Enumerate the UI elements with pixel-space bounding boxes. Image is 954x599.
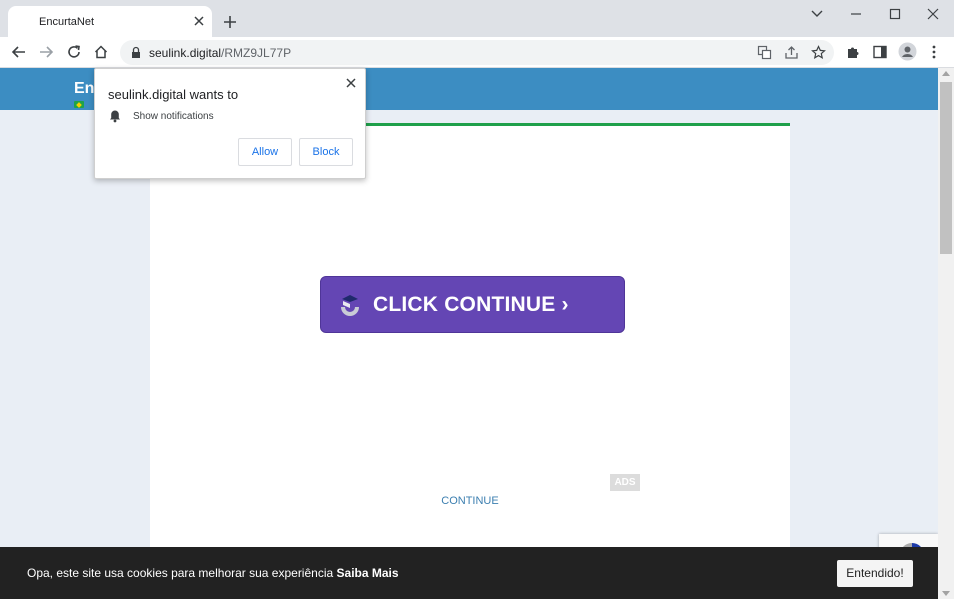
url-path: /RMZ9JL77P	[221, 46, 292, 60]
chevron-down-icon[interactable]	[806, 6, 828, 22]
arrow-logo-icon	[341, 295, 359, 316]
cookie-accept-button[interactable]: Entendido!	[837, 560, 913, 587]
share-icon[interactable]	[784, 45, 799, 60]
url-text[interactable]: seulink.digital/RMZ9JL77P	[149, 46, 291, 60]
ads-badge: ADS	[610, 474, 640, 491]
browser-toolbar: seulink.digital/RMZ9JL77P	[0, 37, 954, 68]
continue-link[interactable]: CONTINUE	[150, 495, 790, 507]
back-icon[interactable]	[11, 44, 27, 60]
brazil-flag-icon[interactable]	[74, 101, 84, 108]
permission-item: Show notifications	[133, 111, 214, 122]
lock-icon[interactable]	[130, 46, 142, 59]
maximize-icon[interactable]	[884, 6, 906, 22]
allow-button[interactable]: Allow	[238, 138, 292, 166]
minimize-icon[interactable]	[845, 6, 867, 22]
reload-icon[interactable]	[66, 44, 82, 60]
cookie-text: Opa, este site usa cookies para melhorar…	[27, 566, 334, 580]
address-bar[interactable]: seulink.digital/RMZ9JL77P	[120, 40, 834, 65]
star-icon[interactable]	[811, 45, 826, 60]
permission-title: seulink.digital wants to	[108, 87, 239, 102]
click-continue-label: CLICK CONTINUE ›	[373, 293, 569, 316]
home-icon[interactable]	[93, 44, 109, 60]
tab-title: EncurtaNet	[39, 16, 95, 28]
plus-icon[interactable]	[221, 13, 239, 31]
notification-permission-prompt: seulink.digital wants to Show notificati…	[94, 68, 366, 179]
bell-icon	[110, 110, 120, 123]
tab-encurtanet[interactable]: EncurtaNet	[8, 6, 212, 37]
site-logo[interactable]: En	[74, 80, 94, 98]
scroll-thumb[interactable]	[940, 82, 952, 254]
scroll-down-arrow-icon[interactable]	[942, 591, 950, 596]
page-scrollbar[interactable]	[938, 68, 954, 599]
cookie-more-link[interactable]: Saiba Mais	[337, 566, 399, 580]
click-continue-button[interactable]: CLICK CONTINUE ›	[320, 276, 625, 333]
tab-bar: EncurtaNet	[0, 0, 954, 37]
close-icon[interactable]	[192, 14, 206, 28]
cookie-bar: Opa, este site usa cookies para melhorar…	[0, 547, 938, 599]
url-domain: seulink.digital	[149, 46, 222, 60]
cookie-message: Opa, este site usa cookies para melhorar…	[27, 566, 399, 580]
forward-icon[interactable]	[38, 44, 54, 60]
close-window-icon[interactable]	[922, 6, 944, 22]
profile-icon[interactable]	[898, 42, 917, 61]
sidepanel-icon[interactable]	[872, 44, 888, 60]
scroll-up-arrow-icon[interactable]	[942, 71, 950, 76]
extensions-icon[interactable]	[845, 44, 861, 60]
close-icon[interactable]	[345, 77, 357, 89]
block-button[interactable]: Block	[299, 138, 353, 166]
menu-icon[interactable]	[926, 44, 942, 60]
content-card: CLICK CONTINUE › ADS CONTINUE	[150, 123, 790, 599]
translate-icon[interactable]	[757, 45, 772, 60]
